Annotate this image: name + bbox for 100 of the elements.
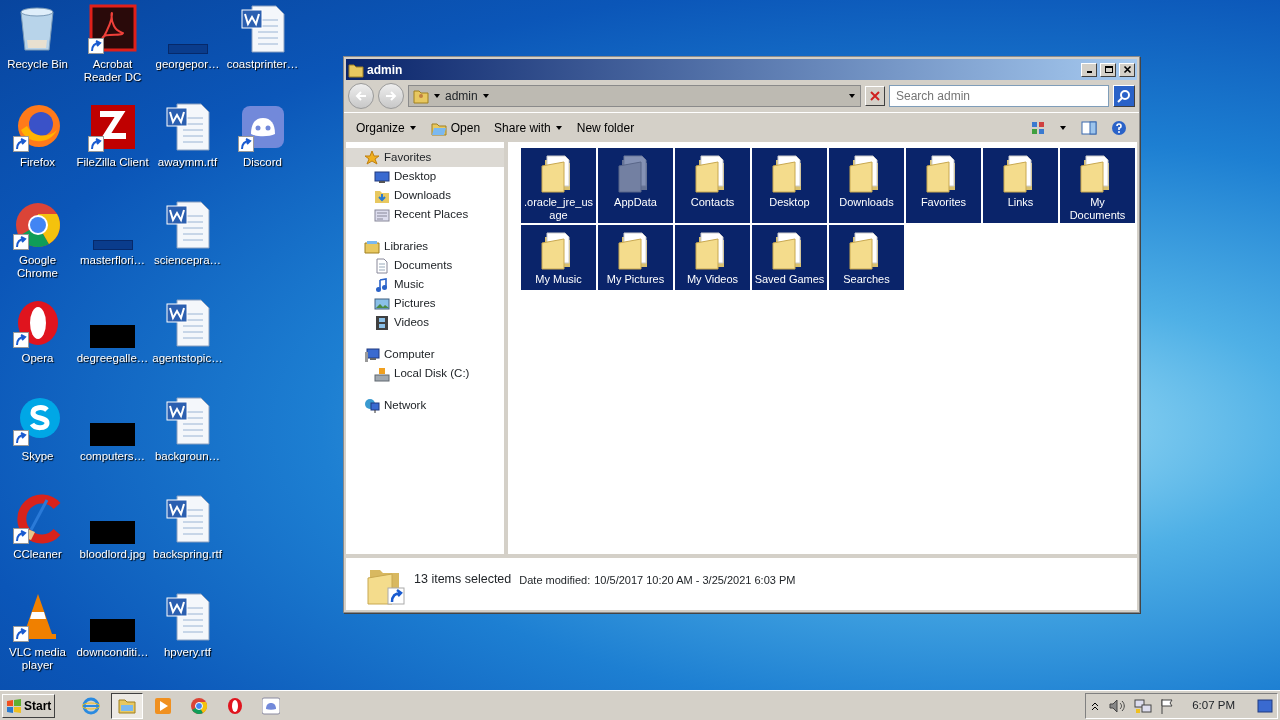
search-button[interactable] bbox=[1113, 85, 1135, 107]
desktop-shortcut[interactable]: georgepor… bbox=[150, 4, 225, 102]
clock: 6:07 PM bbox=[1192, 697, 1235, 713]
desktop-shortcut[interactable]: sciencepra… bbox=[150, 200, 225, 298]
show-desktop-icon bbox=[1257, 698, 1273, 713]
navigation-item[interactable]: Music bbox=[356, 275, 504, 294]
pdf-icon bbox=[87, 4, 138, 54]
folder-icon bbox=[348, 61, 364, 78]
document-icon bbox=[374, 257, 390, 274]
desktop-shortcut[interactable]: Discord bbox=[225, 102, 300, 200]
navigation-item[interactable]: Computer bbox=[346, 345, 504, 364]
image-thumbnail-icon bbox=[90, 521, 135, 544]
caret-icon bbox=[481, 92, 490, 100]
command-button[interactable]: Organize bbox=[352, 116, 421, 139]
desktop-shortcut[interactable]: Firefox bbox=[0, 102, 75, 200]
folder-item[interactable]: Saved Games bbox=[752, 225, 827, 290]
navigation-item[interactable]: Desktop bbox=[356, 167, 504, 186]
back-button[interactable] bbox=[348, 83, 374, 109]
forward-button[interactable] bbox=[378, 83, 404, 109]
desktop-shortcut[interactable]: Acrobat Reader DC bbox=[75, 4, 150, 102]
desktop-shortcut[interactable]: downconditi… bbox=[75, 592, 150, 690]
desktop-shortcut[interactable]: VLC media player bbox=[0, 592, 75, 690]
star-icon bbox=[364, 149, 380, 166]
selection-summary: 13 items selected bbox=[414, 571, 512, 588]
command-button[interactable]: Share with bbox=[490, 116, 567, 139]
close-button[interactable] bbox=[1119, 62, 1135, 77]
shortcut-arrow-icon bbox=[12, 332, 29, 348]
play-icon bbox=[154, 696, 173, 715]
network-icon bbox=[364, 397, 380, 414]
folder-item[interactable]: Favorites bbox=[906, 148, 981, 223]
browser-icon bbox=[190, 696, 209, 715]
folder-item[interactable]: AppData bbox=[598, 148, 673, 223]
desktop-shortcut[interactable]: coastprinter… bbox=[225, 4, 300, 102]
music-note-icon bbox=[374, 276, 390, 293]
folder-item[interactable]: Downloads bbox=[829, 148, 904, 223]
navigation-item[interactable]: Network bbox=[346, 396, 504, 415]
desktop-shortcut[interactable]: hpvery.rtf bbox=[150, 592, 225, 690]
image-thumbnail-icon bbox=[90, 325, 135, 348]
minimize-button[interactable] bbox=[1081, 62, 1097, 77]
navigation-item[interactable]: Favorites bbox=[346, 148, 504, 167]
date-range: 10/5/2017 10:20 AM - 3/25/2021 6:03 PM bbox=[594, 573, 796, 588]
shortcut-arrow-icon bbox=[12, 528, 29, 544]
desktop-shortcut[interactable]: backspring.rtf bbox=[150, 494, 225, 592]
folder-item[interactable]: My Pictures bbox=[598, 225, 673, 290]
desktop-shortcut[interactable]: backgroun… bbox=[150, 396, 225, 494]
speaker-icon bbox=[1108, 697, 1127, 714]
shortcut-arrow-icon bbox=[12, 430, 29, 446]
navigation-item[interactable]: Downloads bbox=[356, 186, 504, 205]
caret-icon bbox=[554, 123, 563, 132]
folder-item[interactable]: Links bbox=[983, 148, 1058, 223]
folder-item[interactable]: My Documents bbox=[1060, 148, 1135, 223]
open-button[interactable]: Open bbox=[426, 116, 485, 139]
windows-flag-icon bbox=[6, 697, 22, 714]
desktop-shortcut[interactable]: agentstopic… bbox=[150, 298, 225, 396]
breadcrumb-item[interactable]: admin bbox=[445, 87, 478, 105]
navigation-item[interactable]: Local Disk (C:) bbox=[356, 364, 504, 383]
address-bar[interactable]: admin bbox=[408, 85, 861, 107]
navigation-item[interactable]: Libraries bbox=[346, 237, 504, 256]
browser-icon bbox=[82, 696, 101, 715]
folder-item[interactable]: Contacts bbox=[675, 148, 750, 223]
folder-item[interactable]: .oracle_jre_usage bbox=[521, 148, 596, 223]
desktop-shortcut[interactable]: Opera bbox=[0, 298, 75, 396]
desktop-shortcut[interactable]: bloodlord.jpg bbox=[75, 494, 150, 592]
folder-item[interactable]: Desktop bbox=[752, 148, 827, 223]
navigation-item[interactable]: Documents bbox=[356, 256, 504, 275]
desktop-shortcut[interactable]: FileZilla Client bbox=[75, 102, 150, 200]
start-button[interactable]: Start bbox=[2, 693, 56, 718]
stop-button[interactable] bbox=[865, 86, 885, 106]
desktop-shortcut[interactable]: awaymm.rtf bbox=[150, 102, 225, 200]
search-field[interactable]: Search admin bbox=[889, 85, 1109, 107]
file-thumbnail-icon bbox=[92, 240, 133, 250]
shortcut-arrow-icon bbox=[87, 38, 104, 54]
caret-icon bbox=[408, 123, 417, 132]
search-icon bbox=[1117, 89, 1131, 103]
desktop-shortcut[interactable]: masterflori… bbox=[75, 200, 150, 298]
shortcut-arrow-icon bbox=[87, 136, 104, 152]
field-label: Date modified: bbox=[519, 573, 591, 588]
desktop-shortcut[interactable]: degreegalle… bbox=[75, 298, 150, 396]
cross-icon bbox=[869, 90, 881, 102]
shortcut-arrow-icon bbox=[12, 234, 29, 250]
desktop-shortcut[interactable]: Recycle Bin bbox=[0, 4, 75, 102]
desktop-shortcut[interactable]: computers… bbox=[75, 396, 150, 494]
picture-icon bbox=[374, 295, 390, 312]
folder-item[interactable]: Searches bbox=[829, 225, 904, 290]
navigation-item[interactable]: Videos bbox=[356, 313, 504, 332]
maximize-button[interactable] bbox=[1100, 62, 1116, 77]
chat-app-icon bbox=[262, 696, 281, 715]
taskbar-button[interactable] bbox=[111, 692, 144, 719]
computer-icon bbox=[364, 346, 380, 363]
command-button[interactable]: New folder bbox=[572, 116, 639, 139]
folder-item[interactable]: My Music bbox=[521, 225, 596, 290]
desktop-shortcut[interactable]: Skype bbox=[0, 396, 75, 494]
desktop-shortcut[interactable]: CCleaner bbox=[0, 494, 75, 592]
navigation-item[interactable]: Recent Places bbox=[356, 205, 504, 224]
navigation-item[interactable]: Pictures bbox=[356, 294, 504, 313]
flag-icon bbox=[1160, 697, 1175, 714]
image-thumbnail-icon bbox=[90, 619, 135, 642]
desktop-shortcut[interactable]: Google Chrome bbox=[0, 200, 75, 298]
folder-item[interactable]: My Videos bbox=[675, 225, 750, 290]
hard-drive-icon bbox=[374, 365, 390, 382]
